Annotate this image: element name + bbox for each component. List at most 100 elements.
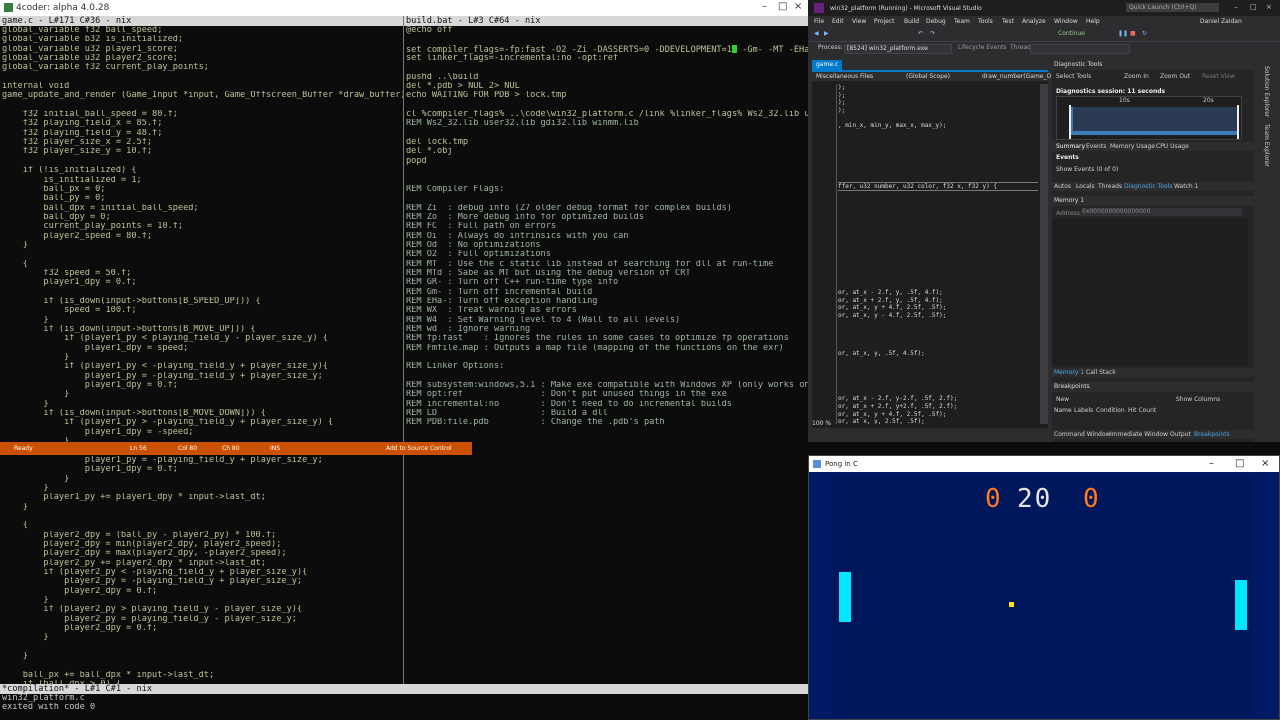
tab-cpu-usage[interactable]: CPU Usage [1156, 143, 1189, 150]
reset-view-button[interactable]: Reset View [1202, 73, 1235, 80]
menu-build[interactable]: Build [904, 18, 919, 25]
events-heading: Events [1056, 154, 1079, 161]
timeline-memory-line [1073, 131, 1239, 135]
code-line: } [2, 652, 28, 662]
right-editor-pane[interactable]: build.bat - L#3 C#64 - nix @echo off set … [404, 16, 808, 684]
tab-output[interactable]: Output [1170, 431, 1191, 438]
nav-project-select[interactable]: Miscellaneous Files [816, 73, 873, 80]
forward-icon[interactable]: ▶ [824, 30, 829, 37]
right-pane-header: build.bat - L#3 C#64 - nix [404, 16, 808, 26]
zoom-level[interactable]: 100 % [812, 420, 831, 427]
new-breakpoint-button[interactable]: New [1056, 396, 1069, 403]
nav-scope-select[interactable]: (Global Scope) [906, 73, 950, 80]
code-line: current_play_points = 10.f; [2, 222, 184, 232]
tab-command-window[interactable]: Command Window [1054, 431, 1110, 438]
vs-editor[interactable]: game.c Miscellaneous Files (Global Scope… [812, 60, 1051, 428]
tab-immediate-window[interactable]: Immediate Window [1110, 431, 1168, 438]
pause-icon[interactable]: ❚❚ [1118, 30, 1128, 37]
maximize-icon[interactable]: □ [1235, 458, 1244, 469]
code-line: REM incremental:no : Don't need to do in… [406, 399, 732, 409]
tab-memory-usage[interactable]: Memory Usage [1110, 143, 1155, 150]
code-line: } [2, 315, 49, 325]
menu-help[interactable]: Help [1086, 18, 1100, 25]
code-line: or, at_x, y, .5f, 4.5f); [838, 349, 925, 357]
menu-tools[interactable]: Tools [978, 18, 993, 25]
add-to-source-control-button[interactable]: Add to Source Control [386, 445, 452, 452]
tab-diagnostic-tools[interactable]: Diagnostic Tools [1124, 183, 1172, 190]
tab-call-stack[interactable]: Call Stack [1086, 369, 1116, 376]
menu-file[interactable]: File [814, 18, 824, 25]
user-name[interactable]: Daniel Zaidan [1200, 18, 1242, 25]
select-tools-button[interactable]: Select Tools [1056, 73, 1091, 80]
solution-explorer-tab[interactable]: Solution Explorer [1263, 66, 1270, 117]
menu-project[interactable]: Project [874, 18, 895, 25]
menu-window[interactable]: Window [1054, 18, 1078, 25]
tab-threads[interactable]: Threads [1098, 183, 1122, 190]
maximize-icon[interactable]: □ [1250, 3, 1257, 11]
show-events-link[interactable]: Show Events (0 of 0) [1056, 166, 1118, 173]
zoom-in-button[interactable]: Zoom In [1124, 73, 1149, 80]
thread-select[interactable] [1030, 44, 1130, 54]
restart-icon[interactable]: ↻ [1142, 30, 1147, 37]
menu-edit[interactable]: Edit [832, 18, 844, 25]
redo-icon[interactable]: ↷ [930, 30, 935, 37]
continue-button[interactable]: Continue [1058, 30, 1085, 37]
tab-memory-1[interactable]: Memory 1 [1054, 369, 1084, 376]
tab-locals[interactable]: Locals [1076, 183, 1095, 190]
quick-launch-input[interactable]: Quick Launch (Ctrl+Q) [1126, 3, 1219, 12]
team-explorer-tab[interactable]: Team Explorer [1263, 124, 1270, 167]
compilation-header: *compilation* - L#1 C#1 - nix [0, 684, 808, 694]
column-name[interactable]: Name [1054, 407, 1072, 414]
column-condition[interactable]: Condition [1096, 407, 1125, 414]
tab-game-c[interactable]: game.c [812, 60, 843, 70]
pong-playfield[interactable]: 0 20 0 [833, 476, 1253, 716]
tab-events[interactable]: Events [1086, 143, 1106, 150]
left-editor-pane[interactable]: game.c - L#171 C#36 - nix global_variabl… [0, 16, 403, 684]
menu-analyze[interactable]: Analyze [1022, 18, 1046, 25]
minimize-icon[interactable]: – [1209, 458, 1214, 469]
minimize-icon[interactable]: – [1234, 3, 1238, 11]
column-labels[interactable]: Labels [1074, 407, 1093, 414]
code-line: del *.pdb > NUL 2> NUL [406, 82, 520, 92]
right-code-view[interactable]: @echo off set compiler_flags=-fp:fast -O2… [404, 26, 808, 428]
maximize-icon[interactable]: □ [778, 1, 787, 12]
diagnostic-timeline[interactable]: 10s 20s [1056, 96, 1242, 140]
tab-autos[interactable]: Autos [1054, 183, 1071, 190]
close-icon[interactable]: × [1266, 3, 1272, 11]
menu-team[interactable]: Team [954, 18, 970, 25]
timeline-end-handle[interactable] [1237, 105, 1239, 139]
undo-icon[interactable]: ↶ [918, 30, 923, 37]
tab-summary[interactable]: Summary [1056, 143, 1085, 150]
address-input[interactable]: 0x0000000000000000 [1082, 208, 1242, 216]
stop-icon[interactable]: ■ [1130, 30, 1136, 37]
menu-test[interactable]: Test [1002, 18, 1014, 25]
close-icon[interactable]: × [794, 1, 802, 12]
pong-window-title: Pong in C [825, 460, 858, 468]
editor-scrollbar[interactable] [1040, 84, 1048, 424]
vs-code-view[interactable]: );););); , min_x, min_y, max_x, max_y); ff… [838, 84, 1038, 424]
nav-member-select[interactable]: draw_number(Game_O [982, 73, 1051, 80]
back-icon[interactable]: ◀ [814, 30, 819, 37]
minimize-icon[interactable]: – [762, 1, 767, 12]
process-select[interactable]: [8524] win32_platform.exe [844, 44, 952, 54]
show-columns-button[interactable]: Show Columns [1176, 396, 1220, 403]
compilation-pane[interactable]: *compilation* - L#1 C#1 - nix win32_plat… [0, 684, 808, 720]
left-code-view[interactable]: global_variable f32 ball_speed; global_va… [0, 26, 403, 684]
memory-view[interactable] [1052, 218, 1248, 366]
lifecycle-events-button[interactable]: Lifecycle Events [958, 44, 1007, 51]
visual-studio-logo-icon [814, 3, 824, 13]
code-line: global_variable u32 player1_score; [2, 44, 178, 54]
close-icon[interactable]: × [1261, 458, 1269, 469]
zoom-out-button[interactable]: Zoom Out [1160, 73, 1190, 80]
code-line: f32 playing_field_x = 85.f; [2, 119, 163, 129]
code-line: or, at_x, y + 4.f, 2.5f, .5f); [838, 304, 947, 312]
timeline-start-handle[interactable] [1069, 105, 1071, 139]
tab-breakpoints[interactable]: Breakpoints [1194, 431, 1230, 438]
code-line: speed = 100.f; [2, 306, 137, 316]
column-hit-count[interactable]: Hit Count [1128, 407, 1156, 414]
tab-watch-1[interactable]: Watch 1 [1174, 183, 1198, 190]
menu-debug[interactable]: Debug [926, 18, 946, 25]
menu-view[interactable]: View [852, 18, 866, 25]
